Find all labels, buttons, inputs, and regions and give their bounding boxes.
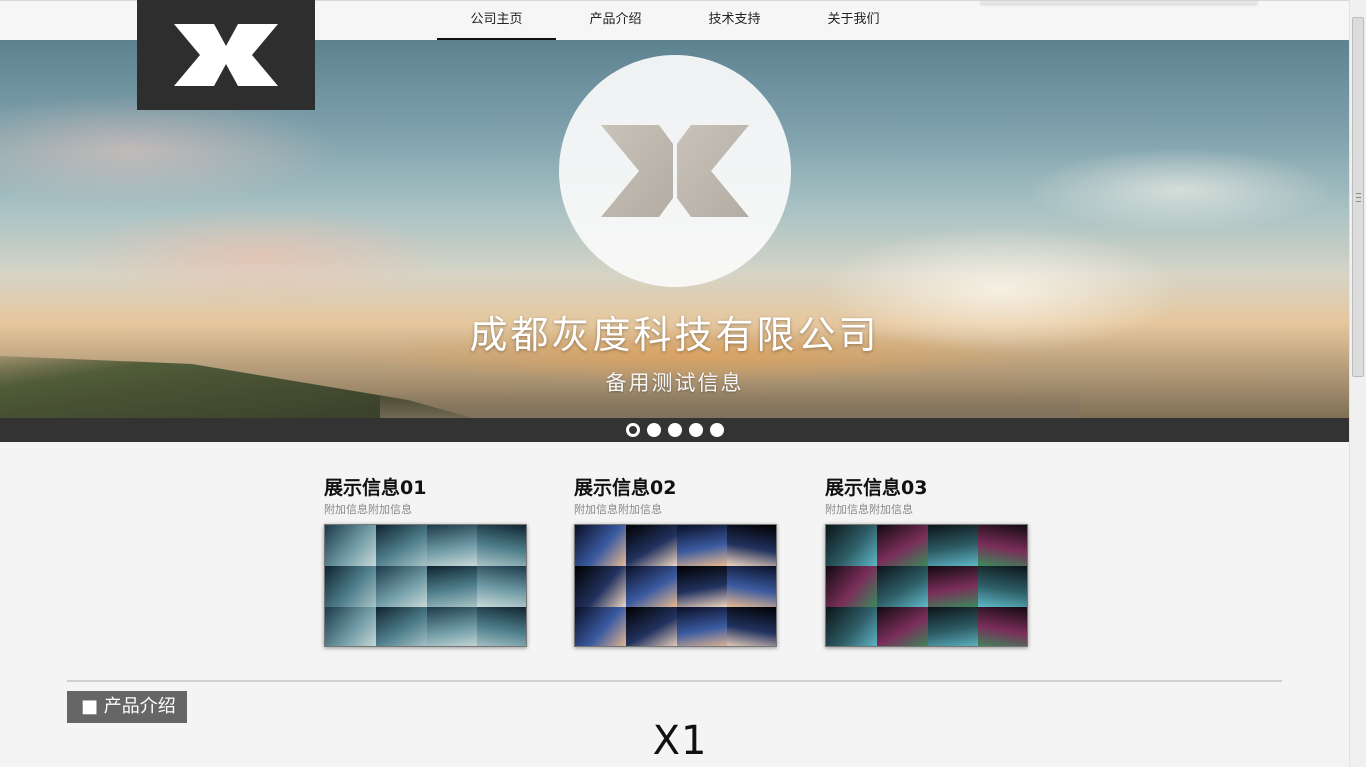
thumbnail-tile	[325, 607, 376, 646]
thumbnail-tile	[325, 525, 376, 566]
thumbnail-tile	[375, 566, 427, 607]
slider-dot-4[interactable]	[689, 423, 703, 437]
showcase-item-2: 展示信息02 附加信息附加信息	[574, 476, 778, 647]
hero-title: 成都灰度科技有限公司	[469, 313, 880, 357]
x-logo-icon	[174, 24, 278, 86]
thumbnail-tile	[477, 566, 526, 607]
thumbnail-tile	[876, 607, 928, 646]
thumbnail-tile	[477, 607, 526, 646]
thumbnail-tile	[375, 607, 427, 646]
hero-logo-circle	[559, 55, 791, 287]
section-divider	[67, 680, 1282, 682]
scrollbar-grip-icon	[1356, 193, 1361, 202]
thumbnail-tile	[727, 566, 776, 607]
thumbnail-tile	[575, 607, 626, 646]
thumbnail-tile	[676, 607, 728, 646]
city-night-thumbnail[interactable]	[574, 524, 777, 647]
thumbnail-tile	[426, 525, 478, 566]
vertical-scrollbar[interactable]	[1349, 0, 1366, 767]
nav-item-support[interactable]: 技术支持	[675, 1, 794, 41]
page-viewport: 公司主页 产品介绍 技术支持 关于我们 成都灰度科技有限公司 备用测试信息 展示…	[0, 0, 1366, 767]
showcase-item-1: 展示信息01 附加信息附加信息	[324, 476, 528, 647]
product-name: X1	[652, 718, 708, 764]
showcase-title[interactable]: 展示信息02	[574, 476, 778, 500]
showcase-title[interactable]: 展示信息01	[324, 476, 528, 500]
thumbnail-tile	[426, 566, 478, 607]
thumbnail-tile	[426, 607, 478, 646]
thumbnail-tile	[325, 566, 376, 607]
main-nav: 公司主页 产品介绍 技术支持 关于我们	[437, 1, 913, 41]
thumbnail-tile	[826, 525, 877, 566]
slider-dot-3[interactable]	[668, 423, 682, 437]
thumbnail-tile	[477, 525, 526, 566]
thumbnail-tile	[676, 525, 728, 566]
x-logo-icon	[601, 125, 749, 217]
thumbnail-tile	[676, 566, 728, 607]
thumbnail-tile	[927, 607, 979, 646]
nav-item-products[interactable]: 产品介绍	[556, 1, 675, 41]
thumbnail-tile	[375, 525, 427, 566]
thumbnail-tile	[927, 566, 979, 607]
thumbnail-tile	[826, 607, 877, 646]
thumbnail-tile	[978, 525, 1027, 566]
showcase-subtitle: 附加信息附加信息	[324, 503, 412, 516]
site-logo[interactable]	[137, 0, 315, 110]
thumbnail-tile	[927, 525, 979, 566]
thumbnail-tile	[876, 566, 928, 607]
showcase-subtitle: 附加信息附加信息	[574, 503, 662, 516]
thumbnail-tile	[876, 525, 928, 566]
thumbnail-tile	[625, 566, 677, 607]
bridge-thumbnail[interactable]	[324, 524, 527, 647]
thumbnail-tile	[826, 566, 877, 607]
dropdown-edge	[980, 1, 1258, 4]
nav-item-home[interactable]: 公司主页	[437, 1, 556, 41]
slider-dot-1[interactable]	[626, 423, 640, 437]
slider-dots	[626, 423, 724, 437]
thumbnail-tile	[978, 566, 1027, 607]
nav-item-about[interactable]: 关于我们	[794, 1, 913, 41]
thumbnail-tile	[727, 525, 776, 566]
thumbnail-tile	[575, 525, 626, 566]
showcase-title[interactable]: 展示信息03	[825, 476, 1029, 500]
thumbnail-tile	[625, 607, 677, 646]
thumbnail-tile	[727, 607, 776, 646]
showcase-item-3: 展示信息03 附加信息附加信息	[825, 476, 1029, 647]
thumbnail-tile	[625, 525, 677, 566]
slider-dot-2[interactable]	[647, 423, 661, 437]
street-night-thumbnail[interactable]	[825, 524, 1028, 647]
scrollbar-thumb[interactable]	[1352, 17, 1364, 377]
showcase-subtitle: 附加信息附加信息	[825, 503, 913, 516]
slider-controls	[0, 418, 1349, 442]
thumbnail-tile	[575, 566, 626, 607]
slider-dot-5[interactable]	[710, 423, 724, 437]
thumbnail-tile	[978, 607, 1027, 646]
hero-subtitle: 备用测试信息	[605, 371, 744, 395]
